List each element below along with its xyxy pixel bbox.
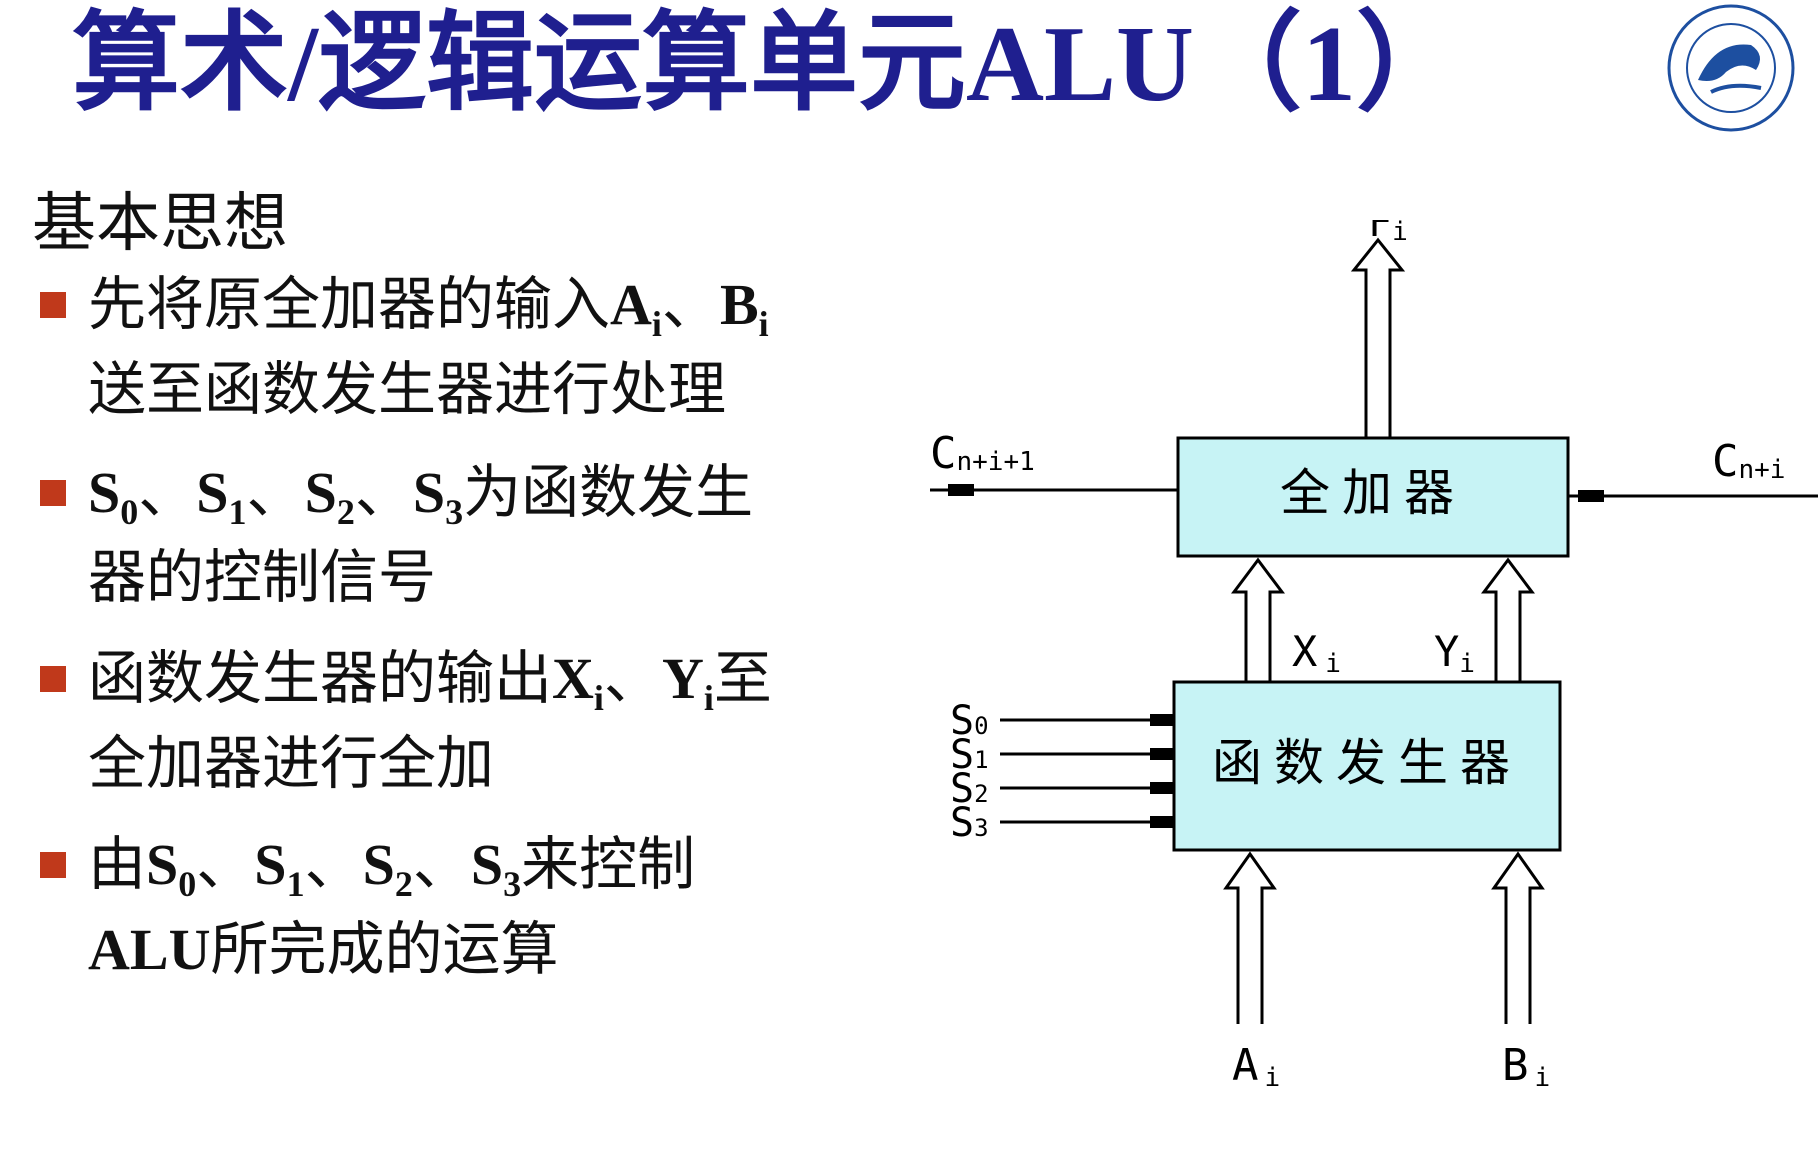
bullet-text: 由S0、S1、S2、S3来控制 ALU所完成的运算	[88, 830, 696, 983]
carry-out-arrowhead	[948, 484, 974, 496]
full-adder-label: 全加器	[1280, 464, 1466, 522]
bullet-item-1: 先将原全加器的输入Ai、Bi 送至函数发生器进行处理	[40, 262, 920, 431]
function-generator-label: 函数发生器	[1212, 734, 1522, 792]
bullet-text: 先将原全加器的输入Ai、Bi 送至函数发生器进行处理	[88, 270, 769, 423]
ai-label: Ai	[1232, 1040, 1280, 1093]
bullet-marker	[40, 292, 66, 318]
bullet-marker	[40, 666, 66, 692]
alu-diagram: 全加器 函数发生器 Fi Cn+i+1 Cn+i Xi Yi Ai Bi S0 …	[930, 220, 1818, 1093]
bullet-item-4: 由S0、S1、S2、S3来控制 ALU所完成的运算	[40, 822, 920, 992]
section-heading: 基本思想	[32, 187, 288, 261]
control-signal-s0: S0	[950, 698, 1174, 744]
xi-arrow	[1231, 557, 1285, 682]
bi-arrow	[1491, 851, 1545, 1024]
carry-in-label: Cn+i	[1712, 436, 1785, 487]
carry-in-arrowhead	[1578, 490, 1604, 502]
yi-arrow	[1481, 557, 1535, 682]
bullet-marker	[40, 480, 66, 506]
output-label: Fi	[1368, 220, 1408, 247]
bi-label: Bi	[1502, 1040, 1550, 1093]
slide-title: 算术/逻辑运算单元ALU（1）	[72, 5, 1465, 124]
bullet-text: 函数发生器的输出Xi、Yi至 全加器进行全加	[88, 644, 772, 797]
bullet-text: S0、S1、S2、S3为函数发生 器的控制信号	[88, 458, 754, 611]
bullet-item-2: S0、S1、S2、S3为函数发生 器的控制信号	[40, 450, 920, 619]
bullet-item-3: 函数发生器的输出Xi、Yi至 全加器进行全加	[40, 636, 920, 805]
xi-label: Xi	[1292, 627, 1341, 679]
yi-label: Yi	[1434, 627, 1475, 679]
university-logo	[1667, 4, 1795, 132]
output-arrow	[1350, 237, 1406, 438]
carry-out-label: Cn+i+1	[930, 428, 1035, 479]
ai-arrow	[1223, 851, 1277, 1024]
bullet-marker	[40, 852, 66, 878]
